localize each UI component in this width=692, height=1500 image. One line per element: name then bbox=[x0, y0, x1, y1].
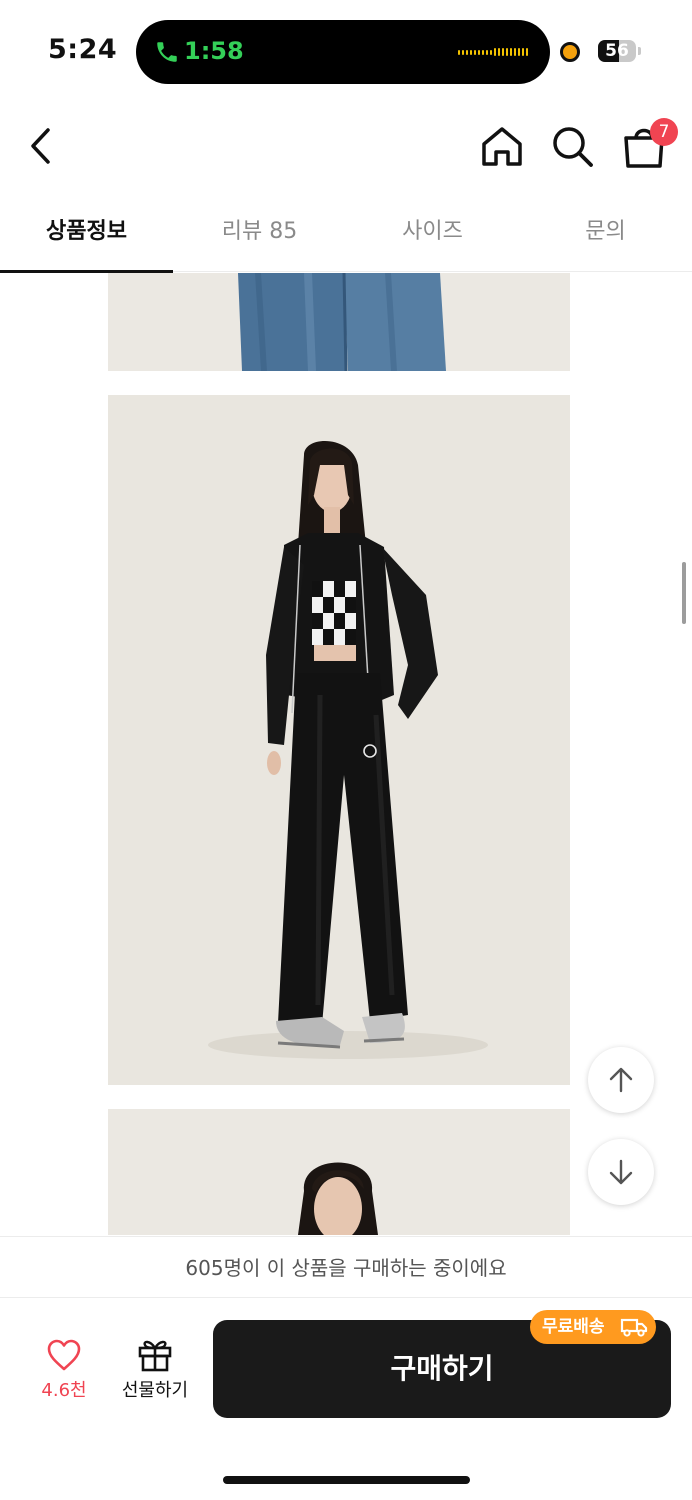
battery-icon: 56 bbox=[598, 40, 636, 62]
battery-level: 56 bbox=[605, 41, 629, 61]
heart-icon bbox=[47, 1339, 81, 1371]
cart-count-badge: 7 bbox=[650, 118, 678, 146]
phone-icon bbox=[157, 42, 177, 62]
recording-indicator bbox=[560, 42, 580, 62]
status-bar: 5:24 1:58 56 bbox=[0, 0, 692, 100]
home-icon[interactable] bbox=[478, 124, 526, 170]
purchase-bar: 4.6천 선물하기 구매하기 무료배송 bbox=[0, 1298, 692, 1500]
scrollbar[interactable] bbox=[682, 562, 686, 624]
tab-size[interactable]: 사이즈 bbox=[346, 192, 519, 272]
search-icon[interactable] bbox=[548, 122, 596, 170]
product-tabs: 상품정보 리뷰 85 사이즈 문의 bbox=[0, 192, 692, 273]
like-count: 4.6천 bbox=[41, 1380, 87, 1401]
gift-label: 선물하기 bbox=[121, 1380, 189, 1401]
product-image bbox=[108, 1109, 570, 1235]
free-shipping-label: 무료배송 bbox=[542, 1317, 605, 1337]
gift-icon bbox=[138, 1340, 172, 1372]
battery-tip bbox=[638, 47, 641, 55]
arrow-down-icon bbox=[609, 1159, 633, 1185]
audio-waveform bbox=[458, 47, 528, 57]
call-timer: 1:58 bbox=[184, 37, 244, 65]
buying-now-notice: 605명이 이 상품을 구매하는 중이에요 bbox=[0, 1236, 692, 1298]
home-indicator[interactable] bbox=[223, 1476, 470, 1484]
chevron-left-icon[interactable] bbox=[24, 124, 60, 168]
checker-top bbox=[312, 581, 356, 645]
tab-product-info[interactable]: 상품정보 bbox=[0, 192, 173, 273]
arrow-up-icon bbox=[609, 1067, 633, 1093]
product-detail-content[interactable] bbox=[0, 273, 692, 1235]
tab-inquiry[interactable]: 문의 bbox=[519, 192, 692, 272]
product-image bbox=[108, 395, 570, 1085]
app-header bbox=[0, 100, 692, 192]
like-button[interactable]: 4.6천 bbox=[24, 1338, 104, 1408]
tab-reviews[interactable]: 리뷰 85 bbox=[173, 192, 346, 272]
product-image bbox=[108, 273, 570, 371]
free-shipping-badge: 무료배송 bbox=[530, 1310, 656, 1344]
gift-button[interactable]: 선물하기 bbox=[112, 1336, 198, 1410]
truck-icon bbox=[620, 1318, 648, 1337]
status-time: 5:24 bbox=[48, 34, 118, 65]
scroll-top-button[interactable] bbox=[588, 1047, 654, 1113]
dynamic-island[interactable]: 1:58 bbox=[136, 20, 550, 84]
scroll-bottom-button[interactable] bbox=[588, 1139, 654, 1205]
